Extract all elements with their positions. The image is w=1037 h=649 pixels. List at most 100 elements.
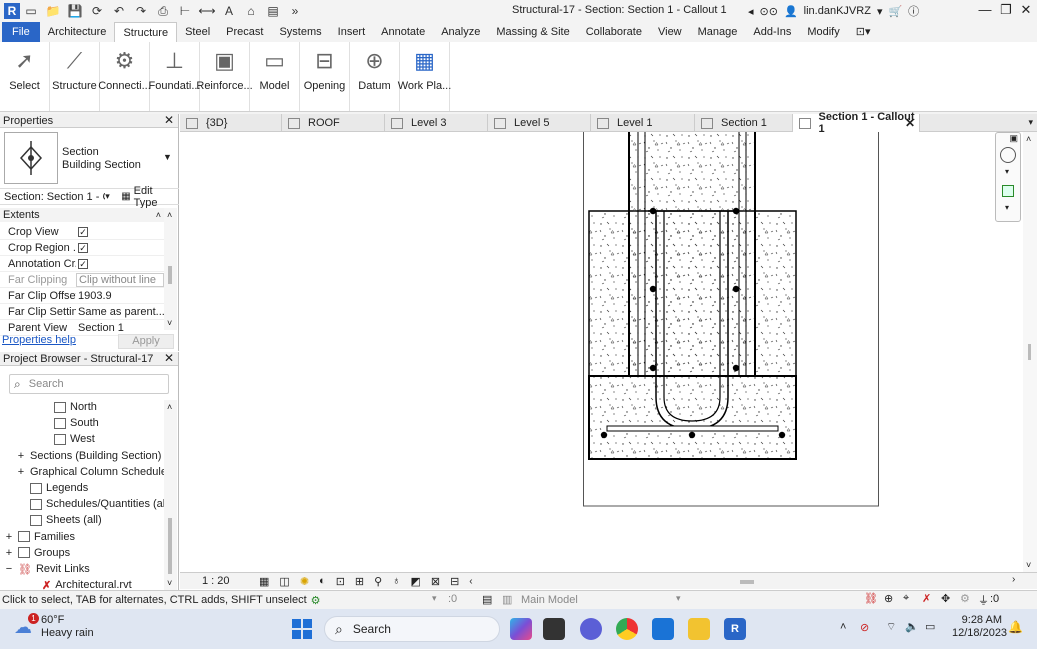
filter-icon[interactable]: ⏚ xyxy=(978,592,989,608)
ribbon-button-opening[interactable]: ⊟ Opening xyxy=(300,42,350,111)
redo-icon[interactable]: ↷ xyxy=(133,3,149,19)
teams-chat-icon[interactable] xyxy=(580,618,602,640)
home-3d-icon[interactable]: ⌂ xyxy=(243,3,259,19)
undo-icon[interactable]: ↶ xyxy=(111,3,127,19)
start-button[interactable] xyxy=(292,619,312,639)
expand-icon[interactable]: + xyxy=(4,531,14,543)
ribbon-tab-architecture[interactable]: Architecture xyxy=(40,22,115,42)
browser-item[interactable]: + Graphical Column Schedules xyxy=(16,464,173,480)
ribbon-button-beam[interactable]: ⟋ Structure xyxy=(50,42,100,111)
drawing-canvas[interactable] xyxy=(180,129,1023,572)
open-icon[interactable]: ▭ xyxy=(23,3,39,19)
chevron-down-icon[interactable]: ▼ xyxy=(163,152,172,162)
scroll-up-icon[interactable]: ˄ xyxy=(1026,134,1031,144)
property-value[interactable]: 1903.9 xyxy=(76,290,164,302)
notifications-icon[interactable]: 🔔 xyxy=(1008,620,1023,634)
volume-icon[interactable]: 🔈 xyxy=(905,620,919,633)
property-group-header[interactable]: Extents ˄ xyxy=(0,208,164,222)
scroll-down-icon[interactable]: ˅ xyxy=(167,578,172,588)
browser-item[interactable]: South xyxy=(40,415,99,431)
browser-scrollbar[interactable]: ˄ ˅ xyxy=(164,400,177,590)
browser-item[interactable]: Schedules/Quantities (all) xyxy=(16,496,171,512)
ribbon-tab-view[interactable]: View xyxy=(650,22,690,42)
cart-icon[interactable]: 🛒 xyxy=(888,5,902,18)
view-tab[interactable]: Level 1 xyxy=(591,114,695,132)
drag-elements-icon[interactable]: ✥ xyxy=(941,592,950,605)
revit-app-icon[interactable]: R xyxy=(4,3,20,19)
mail-icon[interactable] xyxy=(652,618,674,640)
chevron-down-icon[interactable]: ▾ xyxy=(877,5,883,18)
scroll-down-icon[interactable]: ˅ xyxy=(1026,560,1031,570)
edit-type-icon[interactable]: ▦ xyxy=(121,191,130,202)
collapse-icon[interactable]: − xyxy=(4,563,14,575)
view-scale[interactable]: 1 : 20 xyxy=(202,575,254,587)
ribbon-tab-massing-site[interactable]: Massing & Site xyxy=(488,22,577,42)
property-value[interactable]: Clip without line xyxy=(76,272,164,287)
instance-selector[interactable]: Section: Section 1 - Call xyxy=(0,191,105,203)
close-icon[interactable]: ✕ xyxy=(1016,2,1036,20)
ribbon-button-rebar[interactable]: ▣ Reinforce... xyxy=(196,42,253,111)
sync-icon[interactable]: ⟳ xyxy=(89,3,105,19)
browser-item[interactable]: Sheets (all) xyxy=(16,512,102,528)
chevron-up-icon[interactable]: ˄ xyxy=(840,621,846,633)
ribbon-tab-steel[interactable]: Steel xyxy=(177,22,218,42)
tabs-dropdown-icon[interactable]: ▾ xyxy=(1028,117,1033,128)
binoculars-icon[interactable]: ⊙⊙ xyxy=(760,5,778,18)
select-by-face-icon[interactable]: ✗ xyxy=(922,592,931,605)
select-links-icon[interactable]: ⛓ xyxy=(864,592,878,605)
chevron-down-icon[interactable]: ▾ xyxy=(1005,167,1009,176)
file-explorer-icon[interactable] xyxy=(688,618,710,640)
expand-icon[interactable]: + xyxy=(4,547,14,559)
show-crop-icon[interactable]: ⊞ xyxy=(355,575,364,588)
scroll-down-icon[interactable]: ˅ xyxy=(167,318,172,328)
ribbon-button-cursor[interactable]: ➚ Select xyxy=(0,42,50,111)
temporary-hide-icon[interactable]: ♁ xyxy=(392,575,400,587)
property-value[interactable]: Same as parent... xyxy=(76,306,164,318)
scroll-thumb[interactable] xyxy=(168,266,172,284)
browser-item[interactable]: + Families xyxy=(4,529,75,545)
ribbon-tab-file[interactable]: File xyxy=(2,22,40,42)
horizontal-scroll-thumb[interactable] xyxy=(740,580,754,584)
ribbon-tab-insert[interactable]: Insert xyxy=(330,22,374,42)
close-icon[interactable]: ✕ xyxy=(164,351,174,365)
back-icon[interactable]: ◂ xyxy=(748,5,754,18)
scroll-left-icon[interactable]: ‹ xyxy=(469,576,472,587)
view-tab[interactable]: Section 1 xyxy=(695,114,793,132)
property-value[interactable]: Section 1 xyxy=(76,322,164,334)
property-row[interactable]: Crop View ✓ xyxy=(0,224,164,240)
save-icon[interactable]: 💾 xyxy=(67,3,83,19)
property-checkbox[interactable]: ✓ xyxy=(76,258,164,270)
property-row[interactable]: Far Clipping Clip without line xyxy=(0,272,164,288)
collapse-icon[interactable]: ˄ xyxy=(156,208,161,222)
ribbon-tab-precast[interactable]: Precast xyxy=(218,22,271,42)
ribbon-tab-collaborate[interactable]: Collaborate xyxy=(578,22,650,42)
browser-item[interactable]: Legends xyxy=(16,480,88,496)
properties-help-link[interactable]: Properties help xyxy=(2,334,76,346)
ribbon-tab-add-ins[interactable]: Add-Ins xyxy=(745,22,799,42)
scroll-up-icon[interactable]: ˄ xyxy=(167,210,172,220)
shadows-icon[interactable]: ◐ xyxy=(319,575,326,587)
property-checkbox[interactable]: ✓ xyxy=(76,242,164,254)
minimize-icon[interactable]: — xyxy=(975,2,995,20)
copilot-app-icon[interactable] xyxy=(510,618,532,640)
detail-level-icon[interactable]: ▦ xyxy=(259,575,269,588)
worksets-icon[interactable]: ⚙ xyxy=(311,594,321,607)
close-icon[interactable]: ✕ xyxy=(164,113,174,127)
view-tab[interactable]: Level 3 xyxy=(385,114,488,132)
browser-item[interactable]: + Groups xyxy=(4,545,70,561)
expand-icon[interactable]: + xyxy=(16,466,26,478)
task-view-icon[interactable] xyxy=(543,618,565,640)
design-options-icon[interactable]: ▥ xyxy=(502,593,512,606)
text-icon[interactable]: A xyxy=(221,3,237,19)
crop-view-icon[interactable]: ⊡ xyxy=(336,575,345,588)
taskbar-search[interactable]: ⌕ Search xyxy=(324,616,500,642)
scroll-right-icon[interactable]: › xyxy=(1012,574,1015,585)
checkbox[interactable]: ✓ xyxy=(78,227,88,237)
model-selector[interactable]: Main Model xyxy=(521,594,578,606)
browser-item[interactable]: + Sections (Building Section) xyxy=(16,448,162,464)
ribbon-button-connection[interactable]: ⚙ Connecti... xyxy=(98,42,151,111)
chrome-icon[interactable] xyxy=(616,618,638,640)
chevron-down-icon[interactable]: ▾ xyxy=(432,593,437,604)
apply-button[interactable]: Apply xyxy=(118,334,174,349)
ribbon-tab-modify[interactable]: Modify xyxy=(799,22,847,42)
